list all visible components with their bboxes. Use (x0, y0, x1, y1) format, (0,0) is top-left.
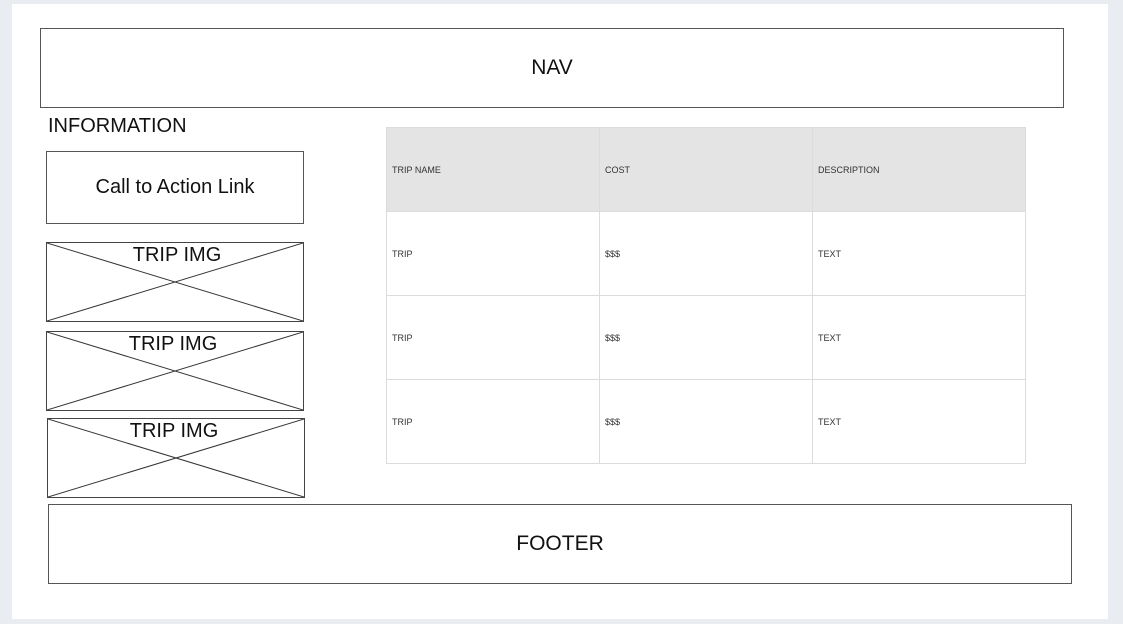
table-header-row: TRIP NAME COST DESCRIPTION (386, 127, 1026, 212)
trip-image-label: TRIP IMG (128, 333, 218, 355)
trip-image-placeholder-3: TRIP IMG (47, 418, 305, 498)
trip-image-placeholder-1: TRIP IMG (46, 242, 304, 322)
footer-label: FOOTER (516, 532, 604, 555)
cta-label: Call to Action Link (95, 176, 255, 198)
call-to-action-link[interactable]: Call to Action Link (46, 151, 304, 224)
nav-label: NAV (531, 56, 573, 79)
cost-cell: $$$ (599, 295, 813, 380)
trips-table: TRIP NAME COST DESCRIPTION TRIP $$$ TEXT… (386, 127, 1026, 464)
description-cell: TEXT (812, 295, 1026, 380)
table-row: TRIP $$$ TEXT (386, 295, 1026, 380)
nav-bar[interactable]: NAV (40, 28, 1064, 108)
footer: FOOTER (48, 504, 1072, 584)
trip-image-label: TRIP IMG (129, 420, 219, 442)
trip-name-cell: TRIP (386, 295, 600, 380)
trip-image-placeholder-2: TRIP IMG (46, 331, 304, 411)
table-row: TRIP $$$ TEXT (386, 211, 1026, 296)
table-row: TRIP $$$ TEXT (386, 379, 1026, 464)
description-cell: TEXT (812, 211, 1026, 296)
description-cell: TEXT (812, 379, 1026, 464)
information-heading: INFORMATION (48, 115, 187, 137)
column-header-cost: COST (599, 127, 813, 212)
trip-name-cell: TRIP (386, 379, 600, 464)
cost-cell: $$$ (599, 379, 813, 464)
cost-cell: $$$ (599, 211, 813, 296)
trip-image-label: TRIP IMG (132, 244, 222, 266)
column-header-description: DESCRIPTION (812, 127, 1026, 212)
column-header-trip-name: TRIP NAME (386, 127, 600, 212)
trip-name-cell: TRIP (386, 211, 600, 296)
